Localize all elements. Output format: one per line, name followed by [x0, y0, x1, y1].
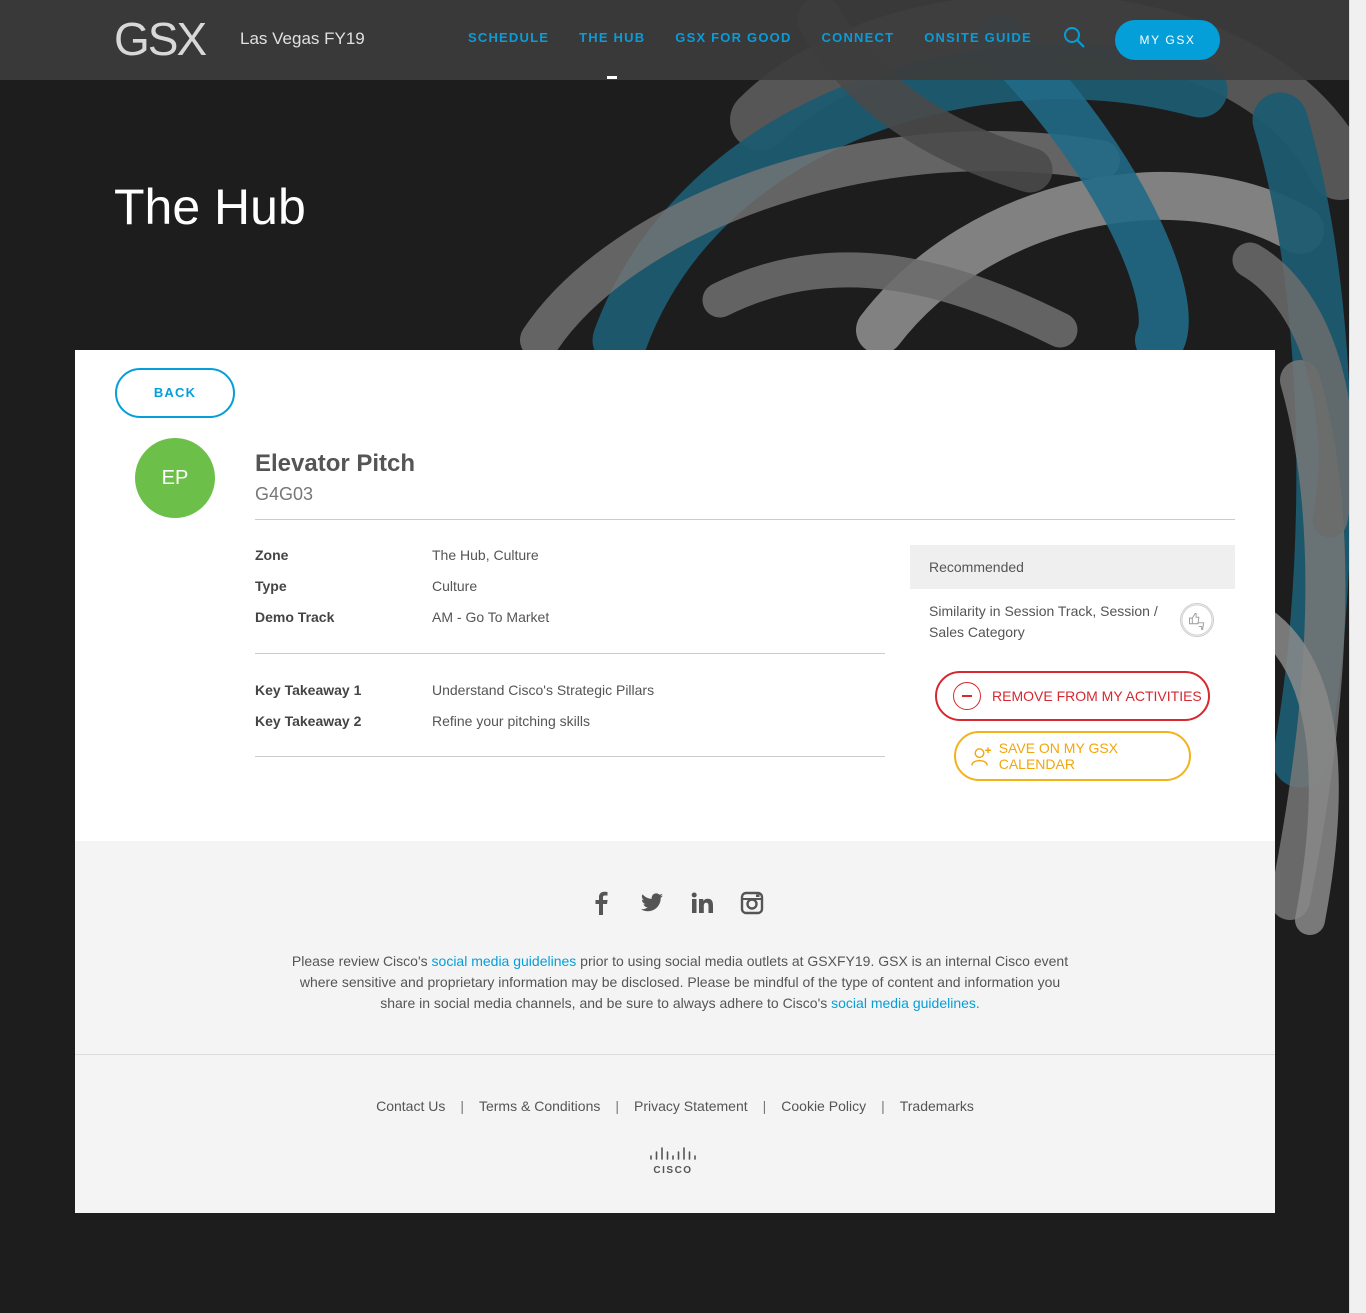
thumbs-feedback-icon[interactable] [1180, 603, 1214, 637]
logo-text: GSX [114, 13, 207, 65]
main-nav: SCHEDULE THE HUB GSX FOR GOOD CONNECT ON… [468, 30, 1062, 79]
separator: | [881, 1098, 885, 1114]
back-button[interactable]: BACK [115, 368, 235, 418]
takeaway-value: Refine your pitching skills [432, 712, 590, 729]
legal-footer: Contact Us | Terms & Conditions | Privac… [75, 1054, 1275, 1213]
social-media-disclaimer: Please review Cisco's social media guide… [285, 951, 1075, 1014]
social-links [590, 891, 764, 915]
takeaway-value: Understand Cisco's Strategic Pillars [432, 681, 655, 698]
nav-schedule[interactable]: SCHEDULE [468, 30, 549, 45]
separator: | [460, 1098, 464, 1114]
session-details: Zone The Hub, Culture Type Culture Demo … [255, 539, 885, 632]
detail-row: Demo Track AM - Go To Market [255, 601, 885, 632]
detail-value: Culture [432, 577, 478, 594]
social-guidelines-link[interactable]: social media guidelines. [831, 995, 980, 1011]
footer-link-contact-us[interactable]: Contact Us [376, 1098, 445, 1114]
social-footer: Please review Cisco's social media guide… [75, 841, 1275, 1054]
session-title: Elevator Pitch [255, 450, 416, 477]
page-title: The Hub [114, 179, 306, 235]
takeaway-key: Key Takeaway 2 [255, 712, 362, 729]
recommended-heading: Recommended [910, 545, 1235, 589]
footer-link-terms[interactable]: Terms & Conditions [479, 1098, 600, 1114]
key-takeaways: Key Takeaway 1 Understand Cisco's Strate… [255, 674, 885, 736]
nav-the-hub[interactable]: THE HUB [579, 30, 645, 79]
session-avatar: EP [135, 438, 215, 518]
recommended-reason-box: Similarity in Session Track, Session / S… [910, 589, 1214, 655]
page-scrollbar[interactable] [1349, 0, 1366, 1313]
cisco-wordmark: CISCO [653, 1165, 692, 1176]
linkedin-icon[interactable] [690, 891, 714, 915]
social-guidelines-link[interactable]: social media guidelines [432, 953, 577, 969]
my-gsx-button[interactable]: MY GSX [1115, 20, 1220, 60]
detail-key: Type [255, 577, 287, 594]
add-user-icon [971, 747, 991, 766]
divider [255, 756, 885, 757]
nav-gsx-for-good[interactable]: GSX FOR GOOD [675, 30, 791, 45]
footer-link-trademarks[interactable]: Trademarks [900, 1098, 974, 1114]
footer-link-cookie-policy[interactable]: Cookie Policy [781, 1098, 866, 1114]
footer-link-privacy[interactable]: Privacy Statement [634, 1098, 748, 1114]
save-button-label: SAVE ON MY GSX CALENDAR [998, 740, 1119, 772]
divider [255, 519, 1235, 520]
takeaway-key: Key Takeaway 1 [255, 681, 362, 698]
session-code: G4G03 [255, 484, 314, 504]
recommended-panel: Recommended Similarity in Session Track,… [910, 545, 1235, 655]
divider [255, 653, 885, 654]
nav-onsite-guide[interactable]: ONSITE GUIDE [924, 30, 1032, 45]
top-navigation-bar: GSX Las Vegas FY19 SCHEDULE THE HUB GSX … [0, 0, 1349, 80]
separator: | [762, 1098, 767, 1114]
detail-key: Demo Track [255, 608, 335, 625]
cisco-logo[interactable]: CISCO [648, 1145, 698, 1179]
save-on-calendar-button[interactable]: SAVE ON MY GSX CALENDAR [954, 731, 1191, 781]
session-card: BACK EP Elevator Pitch G4G03 Zone The Hu… [75, 350, 1275, 841]
detail-row: Zone The Hub, Culture [255, 539, 885, 570]
takeaway-row: Key Takeaway 2 Refine your pitching skil… [255, 705, 885, 736]
nav-connect[interactable]: CONNECT [822, 30, 895, 45]
twitter-icon[interactable] [640, 891, 664, 915]
detail-value: AM - Go To Market [432, 608, 550, 625]
minus-circle-icon [953, 682, 981, 710]
disclaimer-text: Please review Cisco's [291, 953, 432, 969]
separator: | [615, 1098, 620, 1114]
instagram-icon[interactable] [740, 891, 764, 915]
search-icon[interactable] [1063, 26, 1087, 50]
remove-from-activities-button[interactable]: REMOVE FROM MY ACTIVITIES [935, 671, 1210, 721]
footer-links: Contact Us | Terms & Conditions | Privac… [75, 1098, 1275, 1114]
event-subtitle: Las Vegas FY19 [240, 29, 365, 48]
takeaway-row: Key Takeaway 1 Understand Cisco's Strate… [255, 674, 885, 705]
gsx-logo[interactable]: GSX [114, 13, 207, 65]
facebook-icon[interactable] [590, 891, 614, 915]
recommended-reason: Similarity in Session Track, Session / S… [929, 603, 1158, 640]
detail-value: The Hub, Culture [432, 546, 539, 563]
detail-row: Type Culture [255, 570, 885, 601]
remove-button-label: REMOVE FROM MY ACTIVITIES [992, 688, 1202, 704]
detail-key: Zone [255, 546, 289, 563]
